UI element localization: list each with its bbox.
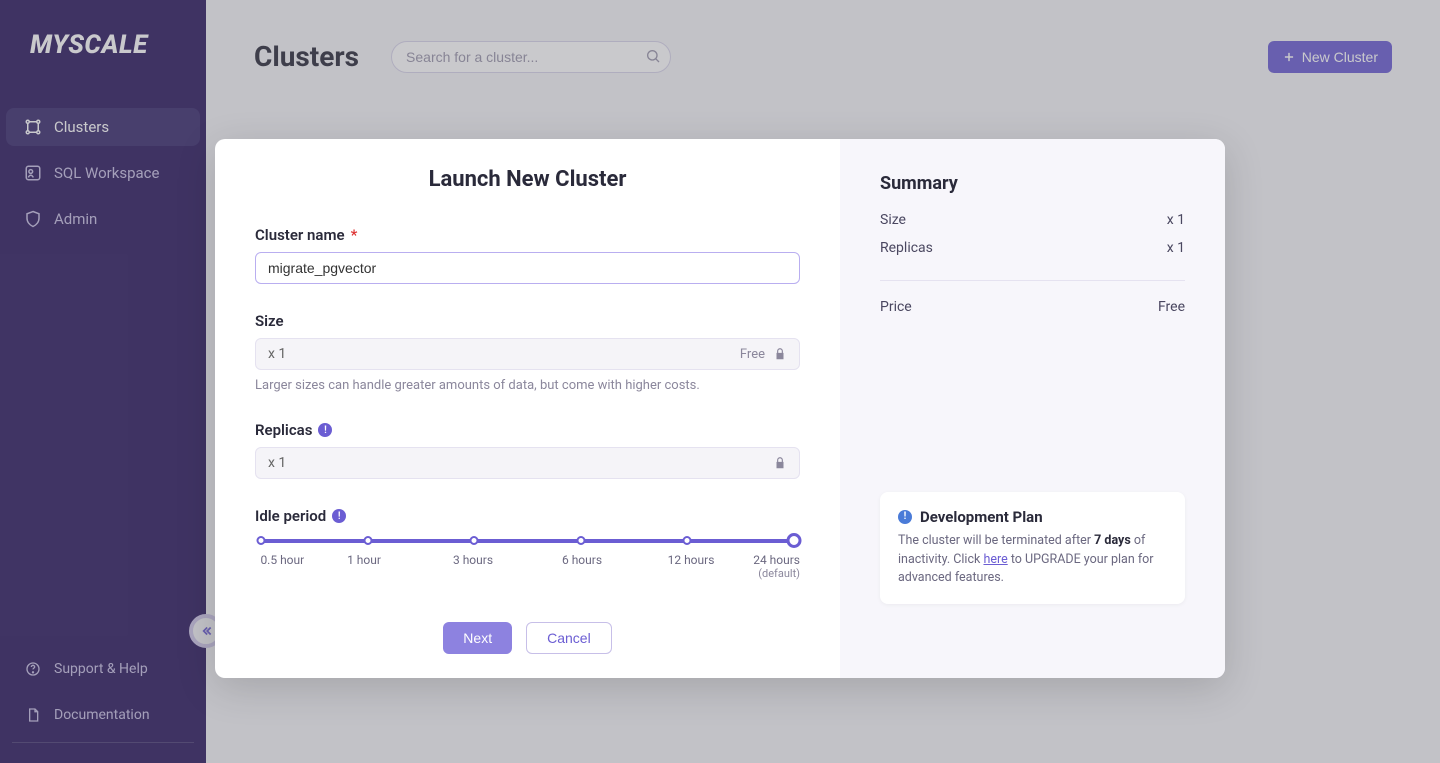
- modal-title: Launch New Cluster: [255, 167, 800, 192]
- slider-label: 12 hours: [668, 553, 715, 567]
- cluster-name-label: Cluster name *: [255, 226, 800, 244]
- size-value: x 1: [268, 346, 286, 362]
- summary-divider: [880, 280, 1185, 281]
- cluster-name-label-text: Cluster name: [255, 226, 345, 244]
- plan-title: Development Plan: [920, 508, 1043, 526]
- idle-period-label: Idle period !: [255, 507, 800, 525]
- summary-size-row: Size x 1: [880, 212, 1185, 228]
- summary-price-value: Free: [1158, 299, 1185, 315]
- idle-period-slider[interactable]: 0.5 hour 1 hour 3 hours 6 hours 12 hours…: [255, 533, 800, 587]
- next-button[interactable]: Next: [443, 622, 512, 654]
- size-label: Size: [255, 312, 800, 330]
- idle-period-label-text: Idle period: [255, 507, 326, 525]
- summary-size-label: Size: [880, 212, 906, 228]
- launch-cluster-modal: Launch New Cluster Cluster name * Size x…: [215, 139, 1225, 678]
- plan-title-row: ! Development Plan: [898, 508, 1167, 526]
- size-select[interactable]: x 1 Free: [255, 338, 800, 370]
- replicas-label-text: Replicas: [255, 421, 312, 439]
- size-badge: Free: [740, 347, 765, 362]
- slider-label: 0.5 hour: [260, 553, 304, 567]
- slider-label: 1 hour: [347, 553, 381, 567]
- replicas-section: Replicas ! x 1: [255, 421, 800, 479]
- cancel-button[interactable]: Cancel: [526, 622, 612, 654]
- size-section: Size x 1 Free Larger sizes can handle gr…: [255, 312, 800, 393]
- modal-summary: Summary Size x 1 Replicas x 1 Price Free…: [840, 139, 1225, 678]
- cluster-name-input[interactable]: [255, 252, 800, 284]
- lock-icon: [773, 347, 787, 361]
- info-icon[interactable]: !: [332, 509, 346, 523]
- slider-label: 6 hours: [562, 553, 602, 567]
- slider-label: 24 hours (default): [753, 553, 800, 580]
- slider-label: 3 hours: [453, 553, 493, 567]
- modal-actions: Next Cancel: [255, 622, 800, 654]
- idle-period-section: Idle period ! 0.5 hour 1 hour 3 hours: [255, 507, 800, 587]
- replicas-select[interactable]: x 1: [255, 447, 800, 479]
- plan-description: The cluster will be terminated after 7 d…: [898, 532, 1167, 588]
- plan-card: ! Development Plan The cluster will be t…: [880, 492, 1185, 604]
- replicas-value: x 1: [268, 455, 286, 471]
- modal-form: Launch New Cluster Cluster name * Size x…: [215, 139, 840, 678]
- summary-price-row: Price Free: [880, 299, 1185, 315]
- summary-replicas-label: Replicas: [880, 240, 933, 256]
- summary-price-label: Price: [880, 299, 912, 315]
- upgrade-link[interactable]: here: [983, 552, 1007, 567]
- lock-icon: [773, 456, 787, 470]
- summary-replicas-row: Replicas x 1: [880, 240, 1185, 256]
- replicas-label: Replicas !: [255, 421, 800, 439]
- slider-handle[interactable]: [787, 533, 802, 548]
- summary-size-value: x 1: [1167, 212, 1185, 228]
- cluster-name-section: Cluster name *: [255, 226, 800, 284]
- info-icon: !: [898, 510, 912, 524]
- size-help-text: Larger sizes can handle greater amounts …: [255, 378, 800, 393]
- required-indicator: *: [351, 226, 358, 244]
- summary-replicas-value: x 1: [1167, 240, 1185, 256]
- summary-title: Summary: [880, 173, 1185, 194]
- info-icon[interactable]: !: [318, 423, 332, 437]
